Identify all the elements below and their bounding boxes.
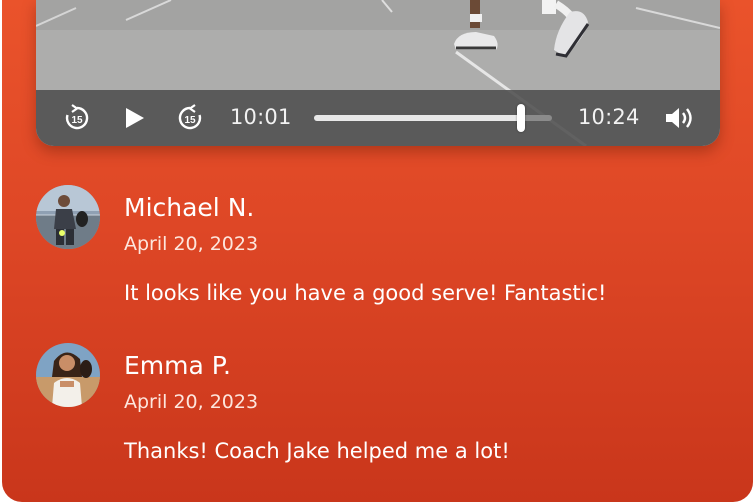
volume-button[interactable] (664, 105, 696, 135)
avatar-emma (36, 343, 100, 407)
video-player[interactable]: 15 15 10:01 10:24 (36, 0, 720, 146)
svg-text:15: 15 (71, 115, 83, 126)
progress-fill (314, 115, 522, 121)
player-controls: 15 15 10:01 10:24 (36, 90, 720, 146)
skip-back-15-button[interactable]: 15 (63, 104, 91, 136)
comment-card: 15 15 10:01 10:24 Michael N. April 20, 2… (2, 0, 753, 502)
svg-text:15: 15 (184, 115, 196, 126)
comment-text: Thanks! Coach Jake helped me a lot! (124, 439, 510, 463)
progress-handle[interactable] (517, 104, 526, 132)
current-time: 10:01 (230, 105, 292, 129)
comment-item: Emma P. April 20, 2023 Thanks! Coach Jak… (36, 343, 716, 473)
play-icon (126, 108, 144, 128)
avatar[interactable] (36, 185, 100, 249)
comment-date: April 20, 2023 (124, 391, 259, 413)
avatar-michael (36, 185, 100, 249)
play-button[interactable] (122, 106, 146, 134)
comment-text: It looks like you have a good serve! Fan… (124, 281, 607, 305)
commenter-name: Michael N. (124, 193, 255, 222)
skip-forward-15-button[interactable]: 15 (176, 104, 204, 136)
total-time: 10:24 (578, 105, 640, 129)
avatar[interactable] (36, 343, 100, 407)
comment-date: April 20, 2023 (124, 233, 259, 255)
comment-item: Michael N. April 20, 2023 It looks like … (36, 185, 716, 315)
rewind-15-icon: 15 (65, 104, 89, 130)
forward-15-icon: 15 (178, 104, 202, 130)
volume-icon (666, 108, 692, 128)
commenter-name: Emma P. (124, 351, 231, 380)
